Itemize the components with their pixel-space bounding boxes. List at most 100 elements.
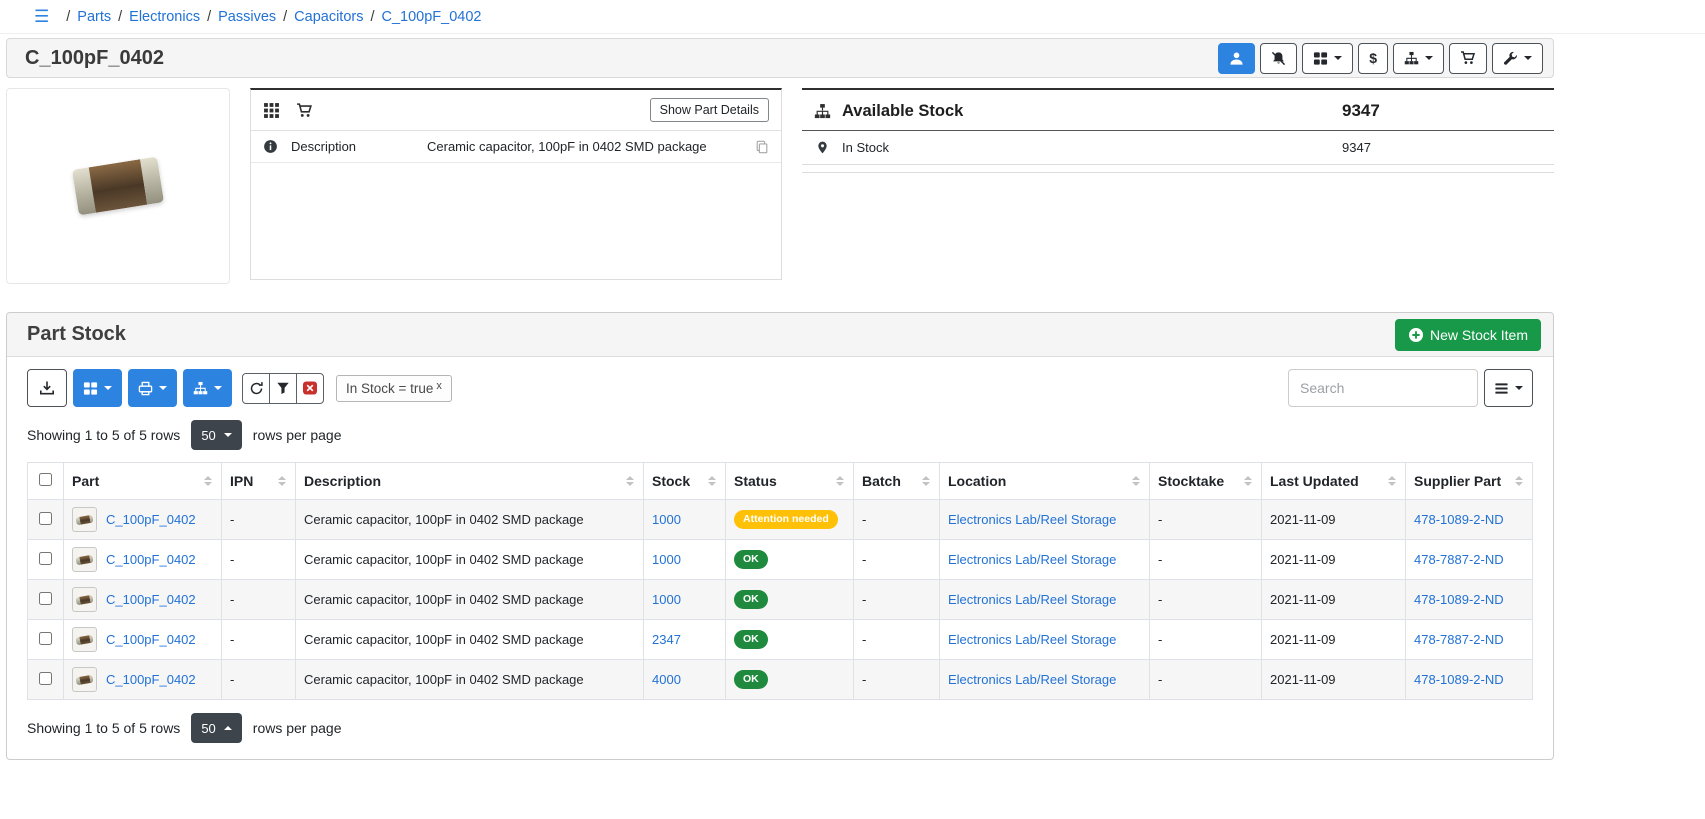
search-input[interactable] (1288, 369, 1478, 407)
sort-icon (922, 476, 930, 486)
batch-cell: - (854, 620, 940, 660)
last-updated-cell: 2021-11-09 (1262, 500, 1406, 540)
subscribe-button[interactable] (1218, 43, 1255, 74)
status-badge: OK (734, 630, 768, 650)
breadcrumb-item[interactable]: Electronics (129, 9, 200, 25)
clear-filters-button[interactable] (296, 373, 324, 404)
breadcrumb-item[interactable]: Passives (218, 9, 276, 25)
refresh-button[interactable] (242, 373, 270, 404)
stock-actions-dropdown[interactable] (1393, 43, 1444, 74)
caret-down-icon (104, 386, 112, 390)
barcode-actions-dropdown[interactable] (1302, 43, 1353, 74)
filter-tag-remove[interactable]: x (436, 381, 442, 392)
pricing-button[interactable]: $ (1358, 43, 1388, 74)
part-link[interactable]: C_100pF_0402 (106, 632, 196, 647)
table-row: C_100pF_0402 - Ceramic capacitor, 100pF … (28, 580, 1533, 620)
breadcrumb-separator: / (207, 9, 211, 25)
stocktake-cell: - (1150, 580, 1262, 620)
breadcrumb-item[interactable]: Parts (77, 9, 111, 25)
copy-icon[interactable] (755, 140, 769, 154)
column-header-batch[interactable]: Batch (854, 463, 940, 500)
stock-link[interactable]: 1000 (652, 512, 681, 527)
column-header-description[interactable]: Description (296, 463, 644, 500)
stock-link[interactable]: 2347 (652, 632, 681, 647)
order-button[interactable] (1449, 43, 1487, 74)
stocktake-cell: - (1150, 660, 1262, 700)
column-header-part[interactable]: Part (64, 463, 222, 500)
in-stock-row: In Stock 9347 (802, 131, 1554, 165)
supplier-part-link[interactable]: 478-7887-2-ND (1414, 552, 1504, 567)
row-checkbox[interactable] (39, 592, 52, 605)
part-thumbnail (72, 547, 97, 572)
breadcrumb-item[interactable]: C_100pF_0402 (382, 9, 482, 25)
column-header-stock[interactable]: Stock (644, 463, 726, 500)
show-part-details-button[interactable]: Show Part Details (650, 98, 769, 122)
supplier-part-link[interactable]: 478-1089-2-ND (1414, 592, 1504, 607)
part-actions-dropdown[interactable] (1492, 43, 1543, 74)
map-marker-icon (816, 140, 829, 155)
stock-toolbar-left: In Stock = true x (27, 369, 452, 407)
supplier-part-link[interactable]: 478-7887-2-ND (1414, 632, 1504, 647)
user-icon (1229, 51, 1244, 66)
stock-link[interactable]: 4000 (652, 672, 681, 687)
part-thumbnail (72, 587, 97, 612)
divider (802, 172, 1554, 173)
menu-button[interactable]: ☰ (34, 8, 49, 25)
sort-icon (1515, 476, 1523, 486)
supplier-part-cell: 478-1089-2-ND (1406, 580, 1533, 620)
ipn-cell: - (222, 620, 296, 660)
caret-down-icon (1524, 56, 1532, 60)
supplier-part-link[interactable]: 478-1089-2-ND (1414, 512, 1504, 527)
supplier-part-cell: 478-1089-2-ND (1406, 660, 1533, 700)
breadcrumb-item[interactable]: Capacitors (294, 9, 363, 25)
page-size-dropdown[interactable]: 50 (191, 713, 241, 743)
column-header-status[interactable]: Status (726, 463, 854, 500)
part-link[interactable]: C_100pF_0402 (106, 592, 196, 607)
ipn-cell: - (222, 580, 296, 620)
location-cell: Electronics Lab/Reel Storage (940, 500, 1150, 540)
table-row: C_100pF_0402 - Ceramic capacitor, 100pF … (28, 500, 1533, 540)
location-link[interactable]: Electronics Lab/Reel Storage (948, 632, 1116, 647)
row-checkbox[interactable] (39, 552, 52, 565)
column-header-location[interactable]: Location (940, 463, 1150, 500)
column-header-ipn[interactable]: IPN (222, 463, 296, 500)
location-link[interactable]: Electronics Lab/Reel Storage (948, 672, 1116, 687)
column-header-supplier-part[interactable]: Supplier Part (1406, 463, 1533, 500)
new-stock-item-button[interactable]: New Stock Item (1395, 319, 1541, 351)
stock-options-dropdown[interactable] (183, 369, 232, 407)
breadcrumb: /Parts/Electronics/Passives/Capacitors/C… (59, 9, 481, 25)
column-header-stocktake[interactable]: Stocktake (1150, 463, 1262, 500)
stock-link[interactable]: 1000 (652, 552, 681, 567)
pagination-top: Showing 1 to 5 of 5 rows 50 rows per pag… (27, 420, 1533, 450)
stock-link[interactable]: 1000 (652, 592, 681, 607)
table-view-dropdown[interactable] (1484, 369, 1533, 407)
part-cell: C_100pF_0402 (64, 500, 222, 540)
part-link[interactable]: C_100pF_0402 (106, 512, 196, 527)
location-cell: Electronics Lab/Reel Storage (940, 540, 1150, 580)
part-image[interactable] (6, 88, 230, 284)
location-link[interactable]: Electronics Lab/Reel Storage (948, 512, 1116, 527)
supplier-part-link[interactable]: 478-1089-2-ND (1414, 672, 1504, 687)
location-link[interactable]: Electronics Lab/Reel Storage (948, 592, 1116, 607)
sitemap-icon (814, 103, 831, 120)
row-checkbox[interactable] (39, 672, 52, 685)
capacitor-image (75, 634, 93, 645)
column-header-last-updated[interactable]: Last Updated (1262, 463, 1406, 500)
row-checkbox[interactable] (39, 512, 52, 525)
part-link[interactable]: C_100pF_0402 (106, 552, 196, 567)
sort-icon (836, 476, 844, 486)
barcode-actions-dropdown[interactable] (73, 369, 122, 407)
location-link[interactable]: Electronics Lab/Reel Storage (948, 552, 1116, 567)
select-all-checkbox-header[interactable] (28, 463, 64, 500)
part-link[interactable]: C_100pF_0402 (106, 672, 196, 687)
export-button[interactable] (27, 369, 67, 407)
hamburger-icon: ☰ (34, 7, 49, 26)
shopping-cart-icon (296, 102, 313, 119)
notifications-off-button[interactable] (1260, 43, 1297, 74)
row-checkbox[interactable] (39, 632, 52, 645)
in-stock-label: In Stock (842, 140, 889, 155)
select-all-checkbox[interactable] (39, 473, 52, 486)
page-size-dropdown[interactable]: 50 (191, 420, 241, 450)
filter-button[interactable] (269, 373, 297, 404)
print-actions-dropdown[interactable] (128, 369, 177, 407)
